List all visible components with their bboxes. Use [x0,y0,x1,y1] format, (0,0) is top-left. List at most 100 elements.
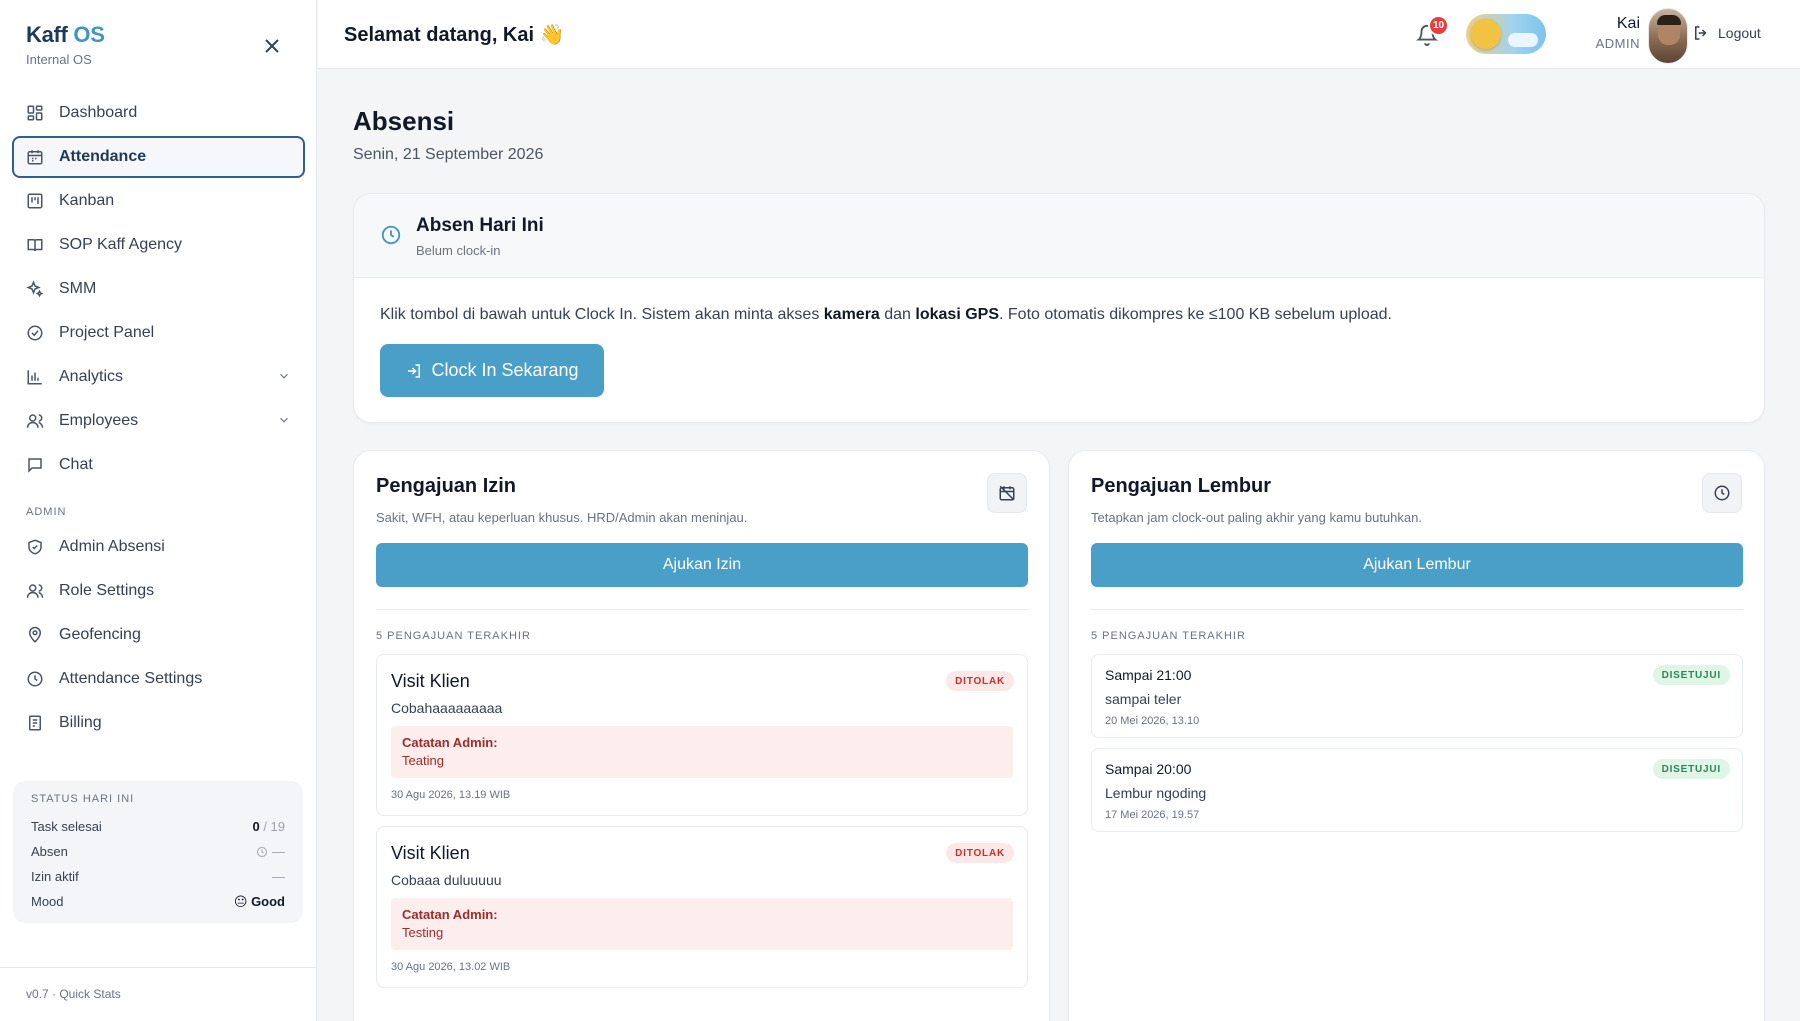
clock-icon [381,225,401,245]
sidebar-item-analytics[interactable]: Analytics [12,356,305,398]
clock-icon [1714,485,1730,501]
sidebar-item-label: Billing [59,714,102,731]
attendance-card-title: Absen Hari Ini [416,215,544,236]
leave-card-subtitle: Sakit, WFH, atau keperluan khusus. HRD/A… [376,510,748,525]
avatar[interactable] [1648,8,1688,64]
overtime-request-card: Pengajuan Lembur Tetapkan jam clock-out … [1068,450,1765,1021]
divider [1091,609,1743,610]
overtime-description: Lembur ngoding [1105,785,1207,801]
sidebar-item-project-panel[interactable]: Project Panel [12,312,305,354]
notification-count-badge: 10 [1428,15,1449,36]
sidebar-item-label: Attendance [59,148,147,165]
admin-note: Catatan Admin: Teating [391,726,1013,778]
admin-section-label: ADMIN [26,506,67,518]
stats-title: STATUS HARI INI [31,793,135,805]
sidebar-item-label: Dashboard [59,104,138,121]
request-title: Visit Klien [391,671,470,691]
close-icon [265,39,279,53]
sidebar-item-label: Chat [59,456,93,473]
sidebar-item-role-settings[interactable]: Role Settings [12,570,305,612]
map-pin-icon [28,626,42,643]
calendar-off-icon [999,485,1015,501]
stat-label: Absen [31,844,68,859]
brand-subtitle: Internal OS [26,52,92,67]
recent-requests-label: 5 PENGAJUAN TERAKHIR [1091,630,1246,642]
sidebar-item-smm[interactable]: SMM [12,268,305,310]
sidebar-item-attendance[interactable]: Attendance [12,136,305,178]
status-badge: DITOLAK [946,843,1014,863]
stat-task: Task selesai 0 / 19 [31,814,285,839]
sidebar-item-sop[interactable]: SOP Kaff Agency [12,224,305,266]
leave-calendar-button[interactable] [987,473,1027,513]
welcome-text: Selamat datang, Kai 👋 [344,24,565,46]
divider [376,609,1028,610]
submit-overtime-button[interactable]: Ajukan Lembur [1091,543,1743,587]
chevron-down-icon [280,417,288,423]
overtime-timestamp: 17 Mei 2026, 19.57 [1105,809,1200,821]
theme-toggle[interactable] [1466,14,1546,54]
sidebar-item-label: Role Settings [59,582,155,599]
users-icon [26,414,44,428]
stat-izin: Izin aktif — [31,864,285,889]
stat-value: — [256,844,285,859]
check-circle-icon [27,325,43,341]
sidebar-item-kanban[interactable]: Kanban [12,180,305,222]
sidebar-item-geofencing[interactable]: Geofencing [12,614,305,656]
overtime-card-subtitle: Tetapkan jam clock-out paling akhir yang… [1091,510,1422,525]
users-icon [26,584,44,598]
page-date: Senin, 21 September 2026 [353,146,544,163]
request-timestamp: 30 Agu 2026, 13.19 WIB [391,789,511,801]
admin-note-label: Catatan Admin: [402,907,498,922]
leave-request-card: Pengajuan Izin Sakit, WFH, atau keperlua… [353,450,1050,1021]
list-item[interactable]: Visit Klien DITOLAK Cobaaa duluuuuu Cata… [376,826,1028,988]
logout-label: Logout [1718,25,1761,41]
sidebar-item-dashboard[interactable]: Dashboard [12,92,305,134]
sun-icon [1471,19,1501,49]
attendance-today-card: Absen Hari Ini Belum clock-in Klik tombo… [353,193,1765,423]
stat-label: Mood [31,894,64,909]
receipt-icon [29,715,41,731]
sidebar-item-label: Admin Absensi [59,538,165,555]
list-item[interactable]: Visit Klien DITOLAK Cobahaaaaaaaaa Catat… [376,654,1028,816]
leave-card-title: Pengajuan Izin [376,475,517,497]
stat-absen: Absen — [31,839,285,864]
sidebar-item-label: Analytics [59,368,124,385]
mood-emoji-icon: 😐 [233,893,248,909]
shield-icon [28,539,42,555]
overtime-description: sampai teler [1105,691,1182,707]
list-item[interactable]: Sampai 21:00 DISETUJUI sampai teler 20 M… [1091,654,1743,738]
stat-value: — [272,869,285,884]
clock-in-instructions: Klik tombol di bawah untuk Clock In. Sis… [380,306,1392,323]
clock-in-button[interactable]: Clock In Sekarang [380,344,604,397]
sidebar-item-employees[interactable]: Employees [12,400,305,442]
sidebar-item-chat[interactable]: Chat [12,444,305,486]
status-badge: DISETUJUI [1652,759,1730,779]
recent-requests-label: 5 PENGAJUAN TERAKHIR [376,630,531,642]
sidebar-item-label: SMM [59,280,97,297]
admin-note: Catatan Admin: Testing [391,898,1013,950]
sidebar-item-label: Employees [59,412,139,429]
logout-button[interactable]: Logout [1692,24,1761,42]
request-title: Visit Klien [391,843,470,863]
stat-label: Izin aktif [31,869,79,884]
user-name: Kai [1616,15,1640,32]
sidebar-item-label: Kanban [59,192,115,209]
sidebar-item-label: Attendance Settings [59,670,203,687]
close-sidebar-button[interactable] [260,34,284,58]
sidebar-item-attendance-settings[interactable]: Attendance Settings [12,658,305,700]
admin-note-text: Testing [402,925,444,940]
leave-request-list: Visit Klien DITOLAK Cobahaaaaaaaaa Catat… [376,654,1028,998]
status-badge: DISETUJUI [1652,665,1730,685]
sidebar-item-billing[interactable]: Billing [12,702,305,744]
submit-leave-button[interactable]: Ajukan Izin [376,543,1028,587]
chevron-down-icon [280,373,288,379]
overtime-timestamp: 20 Mei 2026, 13.10 [1105,715,1200,727]
brand: Kaff OS Internal OS [26,22,105,67]
list-item[interactable]: Sampai 20:00 DISETUJUI Lembur ngoding 17… [1091,748,1743,832]
bar-chart-icon [27,370,42,385]
admin-note-label: Catatan Admin: [402,735,498,750]
sidebar-item-admin-absensi[interactable]: Admin Absensi [12,526,305,568]
topbar: Selamat datang, Kai 👋 10 Kai ADMIN Logou… [318,0,1800,69]
overtime-clock-button[interactable] [1702,473,1742,513]
stat-mood: Mood 😐 Good [31,889,285,914]
